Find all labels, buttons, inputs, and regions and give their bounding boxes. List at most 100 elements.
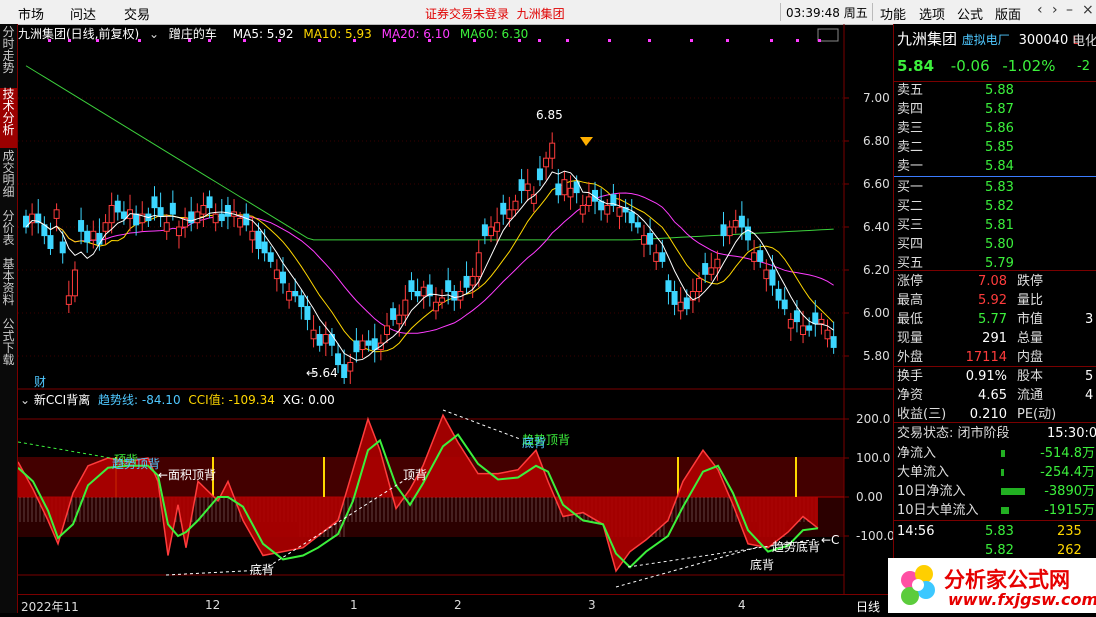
tab-timeshare[interactable]: 分时走势	[0, 26, 17, 86]
menu-market[interactable]: 市场	[18, 4, 44, 23]
candle-body	[769, 269, 776, 286]
candle-body	[292, 291, 299, 297]
candle-body	[365, 340, 372, 346]
partial-change-value: -2	[1077, 59, 1090, 74]
flow-label: 大单流入	[897, 465, 950, 480]
candle-body	[261, 241, 268, 254]
watermark-url: www.fxjgsw.com	[948, 590, 1096, 609]
menu-wenda[interactable]: 问达	[70, 4, 96, 23]
order-row[interactable]: 卖二 5.85	[897, 138, 1096, 157]
order-row[interactable]: 卖一 5.84	[897, 157, 1096, 176]
signal-dots	[48, 39, 821, 42]
candle-body	[420, 286, 427, 297]
tab-basic-info[interactable]: 基本资料	[0, 258, 17, 316]
candle-body	[432, 301, 439, 312]
chevron-right-icon[interactable]: ›	[1052, 2, 1058, 18]
candle-body	[212, 213, 219, 224]
candle-body	[163, 222, 170, 232]
divergence-label: ←面积顶背	[158, 468, 216, 482]
stat-value: 7.08	[978, 274, 1007, 289]
candle-body	[579, 205, 586, 215]
concept-tag[interactable]: 虚拟电厂	[962, 33, 1010, 47]
candle-body	[702, 263, 709, 275]
menu-options[interactable]: 选项	[919, 4, 945, 23]
stat-value: 17114	[965, 350, 1007, 365]
cci-name[interactable]: 新CCI背离	[34, 393, 90, 407]
minimize-icon[interactable]: –	[1066, 2, 1073, 18]
ma10-line	[25, 180, 835, 353]
candle-body	[524, 183, 531, 191]
signal-dot	[770, 39, 773, 42]
order-row[interactable]: 买二 5.82	[897, 197, 1096, 216]
menu-formula[interactable]: 公式	[957, 4, 983, 23]
finance-mark[interactable]: 财	[34, 375, 46, 389]
chevron-left-icon[interactable]: ‹	[1037, 2, 1043, 18]
order-row[interactable]: 买一 5.83	[897, 178, 1096, 197]
order-row[interactable]: 卖五 5.88	[897, 81, 1096, 100]
stat-value: 4.65	[978, 388, 1007, 403]
signal-dot	[796, 39, 799, 42]
menu-function[interactable]: 功能	[880, 4, 906, 23]
candlesticks	[23, 132, 837, 384]
candle-body	[634, 222, 641, 228]
kline-chart[interactable]: 7.006.806.606.406.206.005.80 6.85 5.64 ←…	[18, 24, 893, 594]
tab-technical[interactable]: 技术分析	[0, 88, 17, 148]
login-notice-stock: 九洲集团	[516, 7, 565, 21]
high-label: 6.85	[536, 108, 563, 122]
candle-body	[439, 297, 446, 303]
order-row[interactable]: 买三 5.81	[897, 216, 1096, 235]
chevron-down-icon[interactable]: ⌄	[20, 393, 30, 407]
menu-trade[interactable]: 交易	[124, 4, 150, 23]
order-row[interactable]: 买四 5.80	[897, 235, 1096, 254]
candle-body	[390, 308, 397, 320]
candle-body	[451, 291, 458, 301]
trade-state-row: 交易状态: 闭市阶段 15:30:00	[897, 424, 1096, 443]
order-price: 5.82	[985, 199, 1014, 214]
login-notice[interactable]: 证券交易未登录 九洲集团	[425, 5, 565, 22]
signal-dot	[68, 39, 71, 42]
flow-value: -254.4万	[1040, 465, 1095, 480]
candle-body	[133, 213, 140, 226]
stat-label: 现量	[897, 331, 924, 346]
candle-body	[518, 179, 525, 191]
signal-dot	[208, 39, 211, 42]
candle-body	[29, 213, 36, 224]
tab-trade-detail[interactable]: 成交明细	[0, 150, 17, 208]
date-tick: 2022年11	[21, 600, 79, 614]
signal-dot	[138, 39, 141, 42]
signal-dot	[188, 39, 191, 42]
stat-label: 涨停	[897, 274, 924, 289]
candle-body	[677, 301, 684, 312]
flow-bar	[1001, 469, 1004, 476]
signal-dot	[690, 39, 693, 42]
stat-row: 现量 291 总量	[897, 329, 1096, 348]
candle-body	[120, 211, 127, 219]
stat-label: 股本	[1017, 369, 1044, 384]
close-icon[interactable]: ×	[1082, 2, 1094, 18]
flow-label: 10日净流入	[897, 484, 966, 499]
cci-tick-label: 100.0	[856, 451, 890, 465]
candle-body	[763, 269, 770, 280]
tab-price-table[interactable]: 分价表	[0, 210, 17, 256]
divider	[894, 270, 1096, 271]
stat-label: 最低	[897, 312, 924, 327]
flow-row: 净流入 -514.8万	[897, 444, 1096, 463]
period-button[interactable]: 日线	[856, 598, 880, 615]
candle-body	[506, 209, 513, 219]
candle-body	[383, 325, 390, 335]
flow-bar	[1001, 450, 1005, 457]
candle-body	[647, 232, 654, 245]
order-label: 买二	[897, 199, 924, 214]
candle-body	[408, 280, 415, 292]
stat-value: 291	[982, 331, 1007, 346]
order-row[interactable]: 卖四 5.87	[897, 100, 1096, 119]
tab-formula-download[interactable]: 公式下载	[0, 318, 17, 376]
candle-body	[396, 314, 403, 325]
signal-dot	[473, 39, 476, 42]
menu-layout[interactable]: 版面	[995, 4, 1021, 23]
signal-dot	[243, 39, 246, 42]
order-row[interactable]: 卖三 5.86	[897, 119, 1096, 138]
partial-change: -2	[1077, 57, 1090, 76]
top-menu-bar: 市场 问达 交易 证券交易未登录 九洲集团 03:39:48 周五 功能 选项 …	[0, 0, 1096, 25]
candle-body	[500, 202, 507, 215]
